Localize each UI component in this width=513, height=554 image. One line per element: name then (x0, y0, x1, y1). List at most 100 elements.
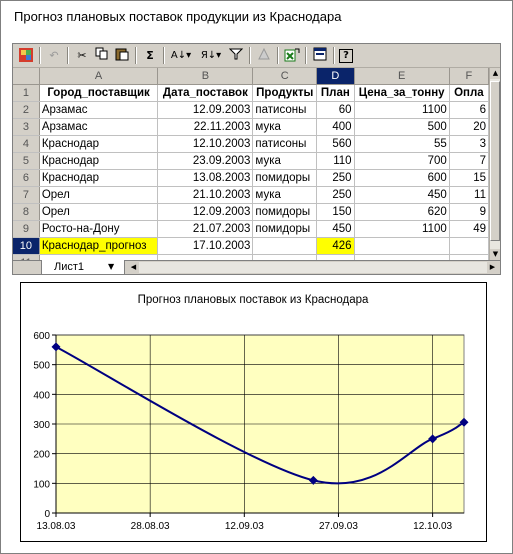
row-header[interactable]: 2 (13, 101, 40, 119)
cell[interactable]: Орел (39, 186, 159, 204)
scroll-thumb[interactable] (490, 81, 500, 241)
row-header[interactable]: 7 (13, 186, 40, 204)
cell[interactable]: 700 (354, 152, 450, 170)
cell[interactable]: 250 (316, 186, 355, 204)
cell[interactable]: 7 (449, 152, 489, 170)
chevron-down-icon[interactable]: ▼ (108, 260, 114, 274)
solver-icon[interactable] (255, 47, 273, 64)
row-header[interactable]: 4 (13, 135, 40, 153)
vertical-scrollbar[interactable]: ▲ ▼ (489, 68, 500, 260)
row-header[interactable]: 3 (13, 118, 40, 136)
cell[interactable] (449, 237, 489, 255)
row-header[interactable]: 1 (13, 84, 40, 102)
column-header[interactable]: E (354, 68, 450, 85)
cell[interactable]: 620 (354, 203, 450, 221)
cell[interactable]: Росто-на-Дону (39, 220, 159, 238)
cell[interactable]: патисоны (252, 101, 318, 119)
row-header[interactable]: 8 (13, 203, 40, 221)
cell[interactable]: 250 (316, 169, 355, 187)
cell[interactable]: Арзамас (39, 118, 159, 136)
column-header[interactable]: B (157, 68, 254, 85)
cell[interactable]: 1100 (354, 220, 450, 238)
column-header[interactable]: C (252, 68, 318, 85)
help-icon[interactable]: ? (339, 49, 353, 63)
macro-icon[interactable] (283, 47, 301, 64)
cell[interactable]: патисоны (252, 135, 318, 153)
forms-icon[interactable] (311, 47, 329, 64)
cell[interactable]: 12.10.2003 (157, 135, 254, 153)
cell-selected[interactable]: 426 (316, 237, 355, 255)
header-cell[interactable]: Дата_поставок (157, 84, 254, 102)
cell[interactable]: 6 (449, 101, 489, 119)
scroll-down-icon[interactable]: ▼ (490, 249, 500, 260)
cell[interactable]: мука (252, 152, 318, 170)
cell[interactable]: 12.09.2003 (157, 101, 254, 119)
select-all-corner[interactable] (13, 68, 40, 85)
cell[interactable]: 1100 (354, 101, 450, 119)
header-cell[interactable]: План (316, 84, 355, 102)
cell[interactable]: 23.09.2003 (157, 152, 254, 170)
cell[interactable]: 20 (449, 118, 489, 136)
autosum-icon[interactable]: Σ (141, 47, 159, 64)
header-cell[interactable]: Продукты (252, 84, 318, 102)
cell[interactable]: 450 (354, 186, 450, 204)
cell[interactable]: 15 (449, 169, 489, 187)
cell[interactable]: 55 (354, 135, 450, 153)
cell[interactable]: 21.10.2003 (157, 186, 254, 204)
cell[interactable]: 21.07.2003 (157, 220, 254, 238)
row-header[interactable]: 5 (13, 152, 40, 170)
cell[interactable]: 12.09.2003 (157, 203, 254, 221)
cell[interactable]: 9 (449, 203, 489, 221)
header-cell[interactable]: Цена_за_тонну (354, 84, 450, 102)
scroll-left-icon[interactable]: ◀ (128, 262, 139, 273)
cell[interactable]: Краснодар_прогноз (39, 237, 159, 255)
cell[interactable]: 450 (316, 220, 355, 238)
column-header-selected[interactable]: D (316, 68, 355, 85)
sort-descending-icon[interactable]: Я↓▾ (199, 47, 223, 64)
cell[interactable]: Арзамас (39, 101, 159, 119)
cell[interactable]: 600 (354, 169, 450, 187)
cell[interactable]: Краснодар (39, 152, 159, 170)
sheet-tab[interactable]: Лист1 ▼ (41, 260, 125, 274)
row-header[interactable]: 6 (13, 169, 40, 187)
cell[interactable] (354, 237, 450, 255)
header-cell[interactable]: Город_поставщик (39, 84, 159, 102)
cell[interactable]: 560 (316, 135, 355, 153)
copy-icon[interactable] (93, 47, 111, 64)
cell[interactable]: 11 (449, 186, 489, 204)
paste-icon[interactable] (113, 47, 131, 64)
cell[interactable]: Краснодар (39, 135, 159, 153)
cell[interactable]: 13.08.2003 (157, 169, 254, 187)
cell[interactable]: помидоры (252, 220, 318, 238)
row-header-selected[interactable]: 10 (13, 237, 40, 255)
scroll-up-icon[interactable]: ▲ (490, 68, 500, 79)
cell[interactable]: 400 (316, 118, 355, 136)
header-cell[interactable]: Опла (449, 84, 489, 102)
cell[interactable]: 49 (449, 220, 489, 238)
excel-logo-icon[interactable] (17, 47, 35, 64)
cell[interactable]: 150 (316, 203, 355, 221)
autofilter-icon[interactable] (227, 47, 245, 64)
cell[interactable]: 500 (354, 118, 450, 136)
cell[interactable]: мука (252, 186, 318, 204)
column-header[interactable]: F (449, 68, 489, 85)
cell[interactable]: помидоры (252, 203, 318, 221)
cell[interactable]: мука (252, 118, 318, 136)
cell[interactable]: 3 (449, 135, 489, 153)
cell-grid[interactable]: A B C D E F 1 Город_поставщик Дата_поста… (13, 68, 489, 260)
scroll-right-icon[interactable]: ▶ (487, 262, 498, 273)
undo-icon[interactable]: ↶ (45, 47, 63, 64)
horizontal-scrollbar[interactable]: ◀ ▶ (128, 262, 498, 273)
cell[interactable]: 22.11.2003 (157, 118, 254, 136)
cell[interactable]: 17.10.2003 (157, 237, 254, 255)
cell[interactable]: 60 (316, 101, 355, 119)
cell[interactable]: 110 (316, 152, 355, 170)
cut-icon[interactable]: ✂ (73, 47, 91, 64)
cell[interactable]: Краснодар (39, 169, 159, 187)
cell[interactable] (252, 237, 318, 255)
column-header[interactable]: A (39, 68, 159, 85)
sort-ascending-icon[interactable]: A↓▾ (169, 47, 193, 64)
cell[interactable]: Орел (39, 203, 159, 221)
cell[interactable]: помидоры (252, 169, 318, 187)
row-header[interactable]: 9 (13, 220, 40, 238)
